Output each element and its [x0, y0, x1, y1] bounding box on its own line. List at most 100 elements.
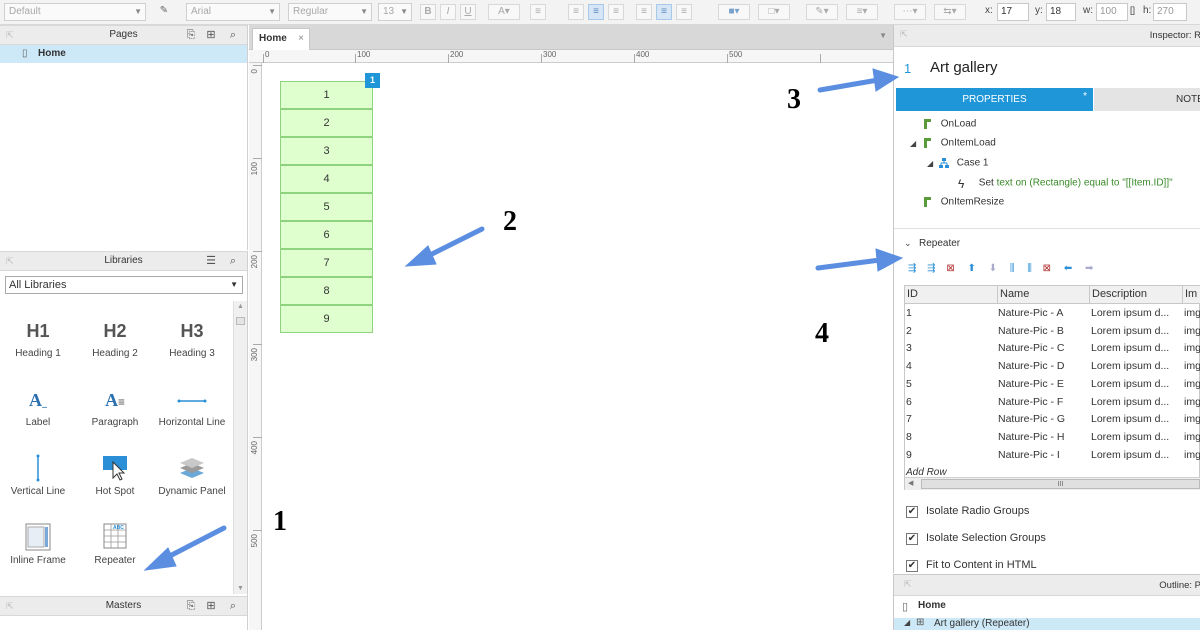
event-onitemload[interactable]: OnItemLoad — [922, 137, 996, 149]
column-header-name[interactable]: Name — [1000, 288, 1029, 300]
edit-style-icon[interactable]: ✎ — [154, 4, 174, 20]
search-icon[interactable]: ⌕ — [226, 599, 240, 613]
underline-button[interactable]: U — [460, 4, 476, 20]
action-set-text[interactable]: ϟ Set text on (Rectangle) equal to "[[It… — [958, 177, 1173, 191]
scroll-thumb[interactable]: III — [921, 479, 1200, 489]
table-cell-desc[interactable]: Lorem ipsum d... — [1091, 394, 1169, 411]
align-left-button[interactable]: ≡ — [568, 4, 584, 20]
repeater-item[interactable]: 2 — [280, 109, 373, 137]
library-item-vertical-line[interactable]: Vertical Line — [0, 454, 76, 497]
line-style-button[interactable]: ⋯▾ — [894, 4, 926, 20]
outline-page[interactable]: Home — [918, 600, 946, 611]
insert-row-below-icon[interactable]: ⇶ — [927, 263, 936, 274]
shadow-button[interactable]: □▾ — [758, 4, 790, 20]
arrow-style-button[interactable]: ⇆▾ — [934, 4, 966, 20]
table-cell-img[interactable]: img — [1184, 429, 1200, 446]
move-right-icon[interactable]: ➡ — [1085, 263, 1094, 274]
add-page-icon[interactable]: ⎘ — [184, 28, 198, 42]
table-cell-name[interactable]: Nature-Pic - G — [998, 411, 1065, 428]
table-cell-img[interactable]: img — [1184, 394, 1200, 411]
align-center-button[interactable]: ≡ — [588, 4, 604, 20]
table-cell-desc[interactable]: Lorem ipsum d... — [1091, 358, 1169, 375]
table-cell-name[interactable]: Nature-Pic - C — [998, 340, 1065, 357]
library-item-paragraph[interactable]: A≡ Paragraph — [77, 385, 153, 428]
expand-icon[interactable]: ◢ — [927, 159, 933, 168]
move-down-icon[interactable]: ⬇ — [989, 263, 998, 274]
library-scrollbar[interactable]: ▲ ▼ — [233, 301, 247, 594]
table-cell-name[interactable]: Nature-Pic - A — [998, 305, 1063, 322]
repeater-item[interactable]: 4 — [280, 165, 373, 193]
table-cell-id[interactable]: 9 — [906, 447, 912, 464]
page-item-home[interactable]: ▯ Home — [0, 45, 247, 63]
scroll-up-icon[interactable]: ▲ — [237, 303, 244, 310]
add-folder-icon[interactable]: ⊞ — [204, 28, 218, 42]
table-cell-img[interactable]: img — [1184, 376, 1200, 393]
isolate-selection-checkbox[interactable]: ✔ — [906, 533, 918, 545]
isolate-radio-checkbox[interactable]: ✔ — [906, 506, 918, 518]
collapse-icon[interactable]: ⇱ — [6, 252, 14, 270]
bullet-list-button[interactable]: ≡ — [530, 4, 546, 20]
valign-middle-button[interactable]: ≡ — [656, 4, 672, 20]
library-item-hot-spot[interactable]: Hot Spot — [77, 454, 153, 497]
library-dropdown[interactable]: All Libraries ▼ — [5, 276, 243, 294]
collapse-icon[interactable]: ⇱ — [904, 579, 912, 590]
library-item-inline-frame[interactable]: Inline Frame — [0, 523, 76, 566]
table-cell-img[interactable]: img — [1184, 323, 1200, 340]
table-cell-desc[interactable]: Lorem ipsum d... — [1091, 323, 1169, 340]
widget-name-input[interactable]: Art gallery — [930, 59, 998, 76]
bold-button[interactable]: B — [420, 4, 436, 20]
font-color-button[interactable]: A▾ — [488, 4, 520, 20]
column-header-image[interactable]: Im — [1185, 288, 1197, 300]
table-cell-id[interactable]: 5 — [906, 376, 912, 393]
repeater-item[interactable]: 3 — [280, 137, 373, 165]
chevron-down-icon[interactable]: ▼ — [879, 31, 887, 40]
table-cell-img[interactable]: img — [1184, 305, 1200, 322]
library-item-heading1[interactable]: H1 Heading 1 — [0, 316, 76, 359]
table-row[interactable]: 2 Nature-Pic - B Lorem ipsum d... img — [904, 323, 1200, 341]
insert-column-icon[interactable]: ⫼ — [1010, 263, 1016, 274]
font-size-dropdown[interactable]: 13 ▼ — [378, 3, 412, 21]
table-cell-img[interactable]: img — [1184, 447, 1200, 464]
outline-item-repeater[interactable]: ◢ ⊞ Art gallery (Repeater) — [894, 617, 1200, 630]
font-weight-dropdown[interactable]: Regular ▼ — [288, 3, 372, 21]
table-cell-name[interactable]: Nature-Pic - B — [998, 323, 1064, 340]
library-item-repeater[interactable]: ABC Repeater — [77, 523, 153, 566]
library-item-heading3[interactable]: H3 Heading 3 — [154, 316, 230, 359]
expand-icon[interactable]: ◢ — [910, 139, 916, 148]
w-input[interactable]: 100 — [1096, 3, 1128, 21]
event-onitemresize[interactable]: OnItemResize — [922, 196, 1004, 208]
x-input[interactable]: 17 — [997, 3, 1029, 21]
table-cell-id[interactable]: 8 — [906, 429, 912, 446]
search-icon[interactable]: ⌕ — [226, 254, 240, 268]
table-row[interactable]: 9 Nature-Pic - I Lorem ipsum d... img — [904, 447, 1200, 465]
tab-notes[interactable]: NOTE — [1094, 88, 1200, 111]
move-left-icon[interactable]: ⬅ — [1064, 263, 1073, 274]
add-master-icon[interactable]: ⎘ — [184, 599, 198, 613]
y-input[interactable]: 18 — [1046, 3, 1076, 21]
h-input[interactable]: 270 — [1153, 3, 1187, 21]
table-row[interactable]: 8 Nature-Pic - H Lorem ipsum d... img — [904, 429, 1200, 447]
collapse-icon[interactable]: ⇱ — [6, 597, 14, 615]
scroll-down-icon[interactable]: ▼ — [237, 585, 244, 592]
repeater-item[interactable]: 9 — [280, 305, 373, 333]
insert-row-icon[interactable]: ⇶ — [908, 263, 917, 274]
table-cell-img[interactable]: img — [1184, 340, 1200, 357]
table-cell-name[interactable]: Nature-Pic - F — [998, 394, 1063, 411]
table-cell-name[interactable]: Nature-Pic - I — [998, 447, 1060, 464]
table-cell-desc[interactable]: Lorem ipsum d... — [1091, 411, 1169, 428]
insert-column-right-icon[interactable]: ⫼ — [1027, 263, 1033, 274]
delete-column-icon[interactable]: ⊠ — [1043, 263, 1052, 274]
library-item-heading2[interactable]: H2 Heading 2 — [77, 316, 153, 359]
valign-top-button[interactable]: ≡ — [636, 4, 652, 20]
table-row[interactable]: 1 Nature-Pic - A Lorem ipsum d... img — [904, 305, 1200, 323]
table-cell-desc[interactable]: Lorem ipsum d... — [1091, 447, 1169, 464]
column-header-description[interactable]: Description — [1092, 288, 1147, 300]
collapse-icon[interactable]: ⇱ — [6, 26, 14, 44]
valign-bottom-button[interactable]: ≡ — [676, 4, 692, 20]
table-cell-name[interactable]: Nature-Pic - D — [998, 358, 1065, 375]
library-item-label-widget[interactable]: A_ Label — [0, 385, 76, 428]
table-cell-name[interactable]: Nature-Pic - H — [998, 429, 1065, 446]
column-header-id[interactable]: ID — [907, 288, 918, 300]
table-cell-id[interactable]: 4 — [906, 358, 912, 375]
repeater-item[interactable]: 8 — [280, 277, 373, 305]
